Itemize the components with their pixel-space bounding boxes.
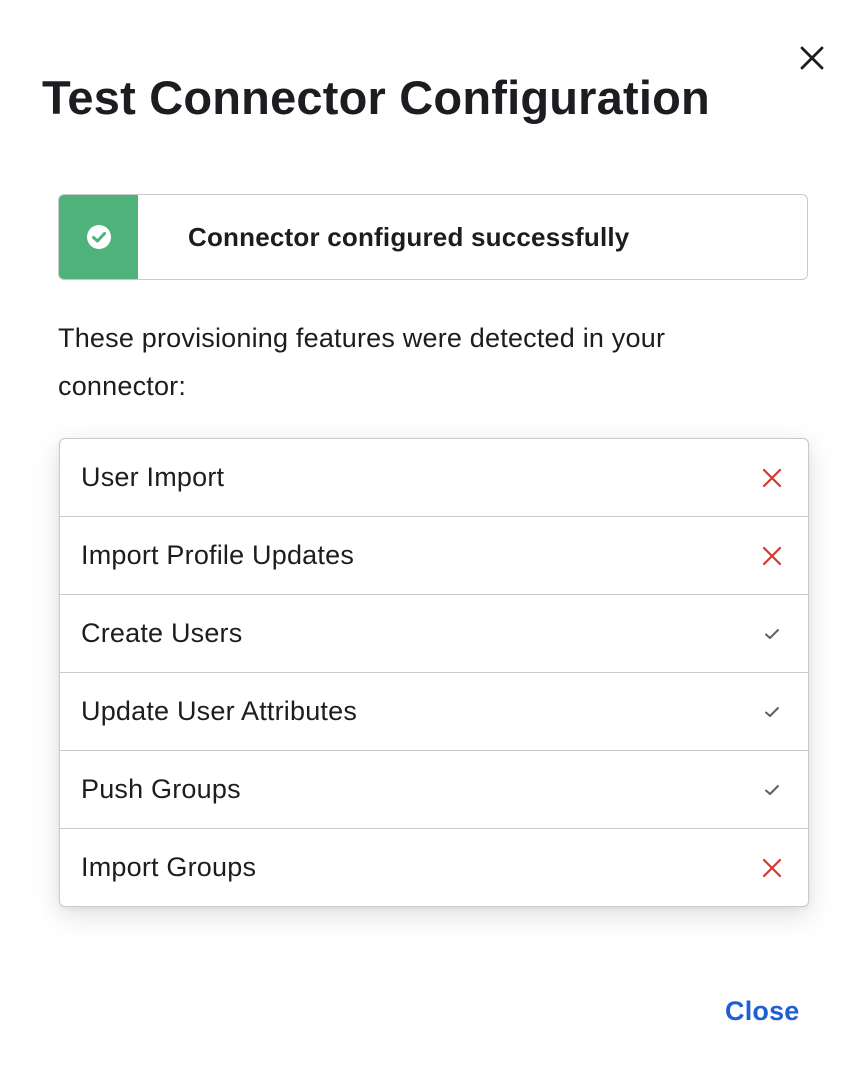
x-icon	[760, 544, 784, 568]
close-icon[interactable]	[796, 42, 828, 74]
feature-list: User Import Import Profile Updates Creat…	[59, 438, 809, 907]
feature-label: Import Profile Updates	[81, 540, 355, 570]
feature-row-update-user-attributes: Update User Attributes	[60, 673, 808, 751]
feature-row-import-groups: Import Groups	[60, 829, 808, 906]
success-banner: Connector configured successfully	[58, 194, 808, 280]
feature-label: Create Users	[81, 618, 243, 648]
dialog-title: Test Connector Configuration	[42, 71, 710, 124]
feature-label: User Import	[81, 462, 225, 492]
feature-row-user-import: User Import	[60, 439, 808, 517]
feature-row-import-profile-updates: Import Profile Updates	[60, 517, 808, 595]
close-button[interactable]: Close	[725, 996, 800, 1027]
x-icon	[760, 856, 784, 880]
feature-row-push-groups: Push Groups	[60, 751, 808, 829]
check-icon	[760, 778, 784, 802]
feature-label: Update User Attributes	[81, 696, 358, 726]
feature-row-create-users: Create Users	[60, 595, 808, 673]
banner-message: Connector configured successfully	[188, 221, 630, 252]
features-description: These provisioning features were detecte…	[58, 323, 666, 401]
feature-label: Import Groups	[81, 852, 257, 882]
check-icon	[760, 622, 784, 646]
banner-icon-cell	[59, 195, 138, 279]
feature-label: Push Groups	[81, 774, 241, 804]
check-circle-icon	[86, 225, 111, 249]
check-icon	[760, 700, 784, 724]
x-icon	[760, 466, 784, 490]
test-connector-dialog: Test Connector Configuration Connector c…	[0, 0, 866, 1084]
